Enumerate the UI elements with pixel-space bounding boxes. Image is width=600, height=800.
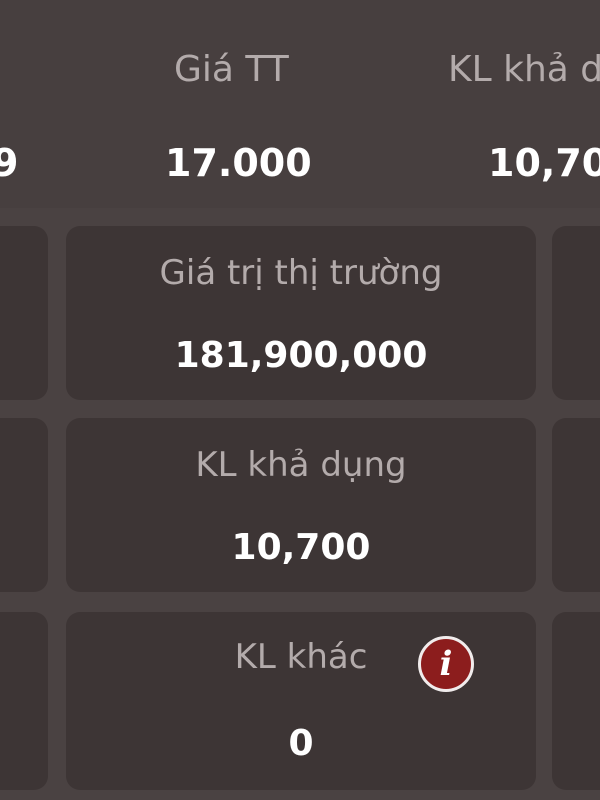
market-value-card: Giá trị thị trường 181,900,000 (66, 226, 536, 400)
cut-off-value: 9 (0, 141, 19, 185)
market-price-label: Giá TT (174, 49, 289, 90)
partial-card-right-1 (552, 226, 600, 400)
partial-card-left-2 (0, 418, 48, 592)
partial-card-left-3 (0, 612, 48, 790)
available-qty-header-value: 10,70 (488, 141, 600, 185)
available-qty-header-label: KL khả d (448, 49, 600, 90)
market-value-label: Giá trị thị trường (159, 253, 443, 293)
info-icon[interactable]: i (418, 636, 474, 692)
other-qty-card: KL khác i 0 (66, 612, 536, 790)
other-qty-amount: 0 (288, 723, 314, 764)
partial-card-right-2 (552, 418, 600, 592)
partial-card-right-3 (552, 612, 600, 790)
available-qty-label: KL khả dụng (195, 445, 407, 485)
market-value-amount: 181,900,000 (174, 335, 428, 376)
available-qty-card: KL khả dụng 10,700 (66, 418, 536, 592)
available-qty-amount: 10,700 (231, 527, 371, 568)
holding-summary-header: 9 Giá TT 17.000 KL khả d 10,70 (0, 0, 600, 208)
market-price-value: 17.000 (165, 141, 312, 185)
partial-card-left-1 (0, 226, 48, 400)
